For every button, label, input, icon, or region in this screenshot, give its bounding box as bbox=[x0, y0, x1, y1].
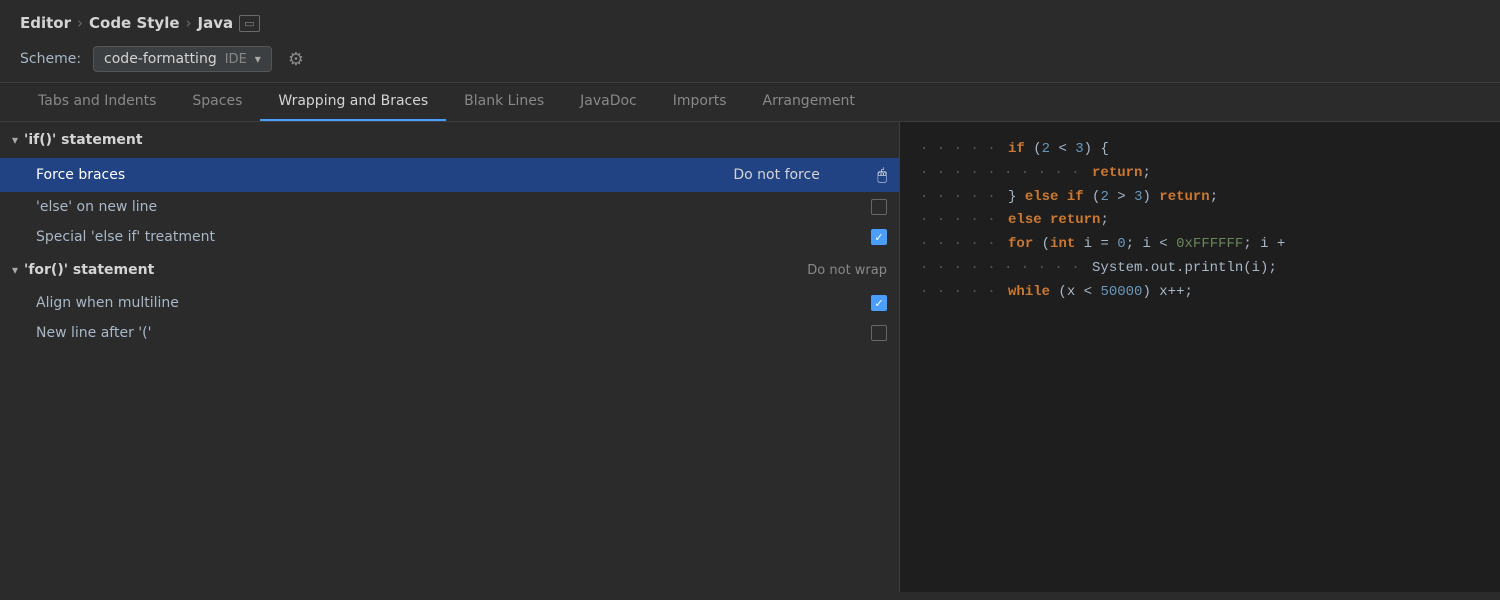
window-icon[interactable]: ▭ bbox=[239, 15, 259, 32]
new-line-after-paren-label: New line after '(' bbox=[36, 325, 871, 341]
cursor-icon: 🖱 bbox=[877, 165, 887, 185]
align-multiline-label: Align when multiline bbox=[36, 295, 871, 311]
group-for-statement[interactable]: ▾ 'for()' statement Do not wrap bbox=[0, 252, 899, 288]
main-content: ▾ 'if()' statement Force braces Do not f… bbox=[0, 122, 1500, 592]
code-line-6: · · · · · · · · · · System.out.println(i… bbox=[920, 257, 1480, 281]
breadcrumb-editor: Editor bbox=[20, 14, 71, 32]
scheme-ide-badge: IDE bbox=[225, 52, 247, 67]
breadcrumb-sep2: › bbox=[186, 14, 192, 32]
code-line-7: · · · · · while (x < 50000) x++; bbox=[920, 281, 1480, 305]
align-multiline-checkbox[interactable] bbox=[871, 295, 887, 311]
group-if-statement[interactable]: ▾ 'if()' statement bbox=[0, 122, 899, 158]
setting-else-if-treatment[interactable]: Special 'else if' treatment bbox=[0, 222, 899, 252]
tab-javadoc[interactable]: JavaDoc bbox=[562, 83, 655, 121]
tab-blank-lines[interactable]: Blank Lines bbox=[446, 83, 562, 121]
tab-imports[interactable]: Imports bbox=[655, 83, 745, 121]
for-wrap-value: Do not wrap bbox=[807, 263, 887, 278]
tab-arrangement[interactable]: Arrangement bbox=[745, 83, 873, 121]
new-line-after-paren-checkbox[interactable] bbox=[871, 325, 887, 341]
else-if-treatment-label: Special 'else if' treatment bbox=[36, 229, 871, 245]
code-line-2: · · · · · · · · · · return; bbox=[920, 162, 1480, 186]
code-line-1: · · · · · if (2 < 3) { bbox=[920, 138, 1480, 162]
tab-tabs-and-indents[interactable]: Tabs and Indents bbox=[20, 83, 174, 121]
breadcrumb-sep1: › bbox=[77, 14, 83, 32]
else-new-line-checkbox[interactable] bbox=[871, 199, 887, 215]
header: Editor › Code Style › Java ▭ Scheme: cod… bbox=[0, 0, 1500, 83]
tabs-bar: Tabs and Indents Spaces Wrapping and Bra… bbox=[0, 83, 1500, 122]
tab-spaces[interactable]: Spaces bbox=[174, 83, 260, 121]
force-braces-value: Do not force bbox=[733, 167, 873, 183]
chevron-icon: ▾ bbox=[12, 133, 18, 147]
chevron-down-icon: ▾ bbox=[255, 52, 261, 66]
breadcrumb: Editor › Code Style › Java ▭ bbox=[20, 14, 1480, 32]
group-for-label: 'for()' statement bbox=[24, 262, 154, 278]
scheme-dropdown[interactable]: code-formatting IDE ▾ bbox=[93, 46, 272, 72]
setting-align-multiline[interactable]: Align when multiline bbox=[0, 288, 899, 318]
breadcrumb-code-style: Code Style bbox=[89, 14, 180, 32]
for-chevron-icon: ▾ bbox=[12, 263, 18, 277]
force-braces-label: Force braces bbox=[36, 167, 733, 183]
settings-panel: ▾ 'if()' statement Force braces Do not f… bbox=[0, 122, 900, 592]
code-preview-panel: · · · · · if (2 < 3) { · · · · · · · · ·… bbox=[900, 122, 1500, 592]
code-line-5: · · · · · for (int i = 0; i < 0xFFFFFF; … bbox=[920, 233, 1480, 257]
setting-else-new-line[interactable]: 'else' on new line bbox=[0, 192, 899, 222]
scheme-row: Scheme: code-formatting IDE ▾ ⚙ bbox=[20, 46, 1480, 72]
code-line-4: · · · · · else return; bbox=[920, 209, 1480, 233]
else-if-treatment-checkbox[interactable] bbox=[871, 229, 887, 245]
scheme-name: code-formatting bbox=[104, 51, 217, 67]
code-line-3: · · · · · } else if (2 > 3) return; bbox=[920, 186, 1480, 210]
scheme-label: Scheme: bbox=[20, 51, 81, 67]
group-if-label: 'if()' statement bbox=[24, 132, 143, 148]
else-new-line-label: 'else' on new line bbox=[36, 199, 871, 215]
tab-wrapping-and-braces[interactable]: Wrapping and Braces bbox=[260, 83, 446, 121]
gear-button[interactable]: ⚙ bbox=[284, 47, 308, 72]
breadcrumb-java: Java bbox=[198, 14, 234, 32]
setting-new-line-after-paren[interactable]: New line after '(' bbox=[0, 318, 899, 348]
setting-force-braces[interactable]: Force braces Do not force 🖱 bbox=[0, 158, 899, 192]
